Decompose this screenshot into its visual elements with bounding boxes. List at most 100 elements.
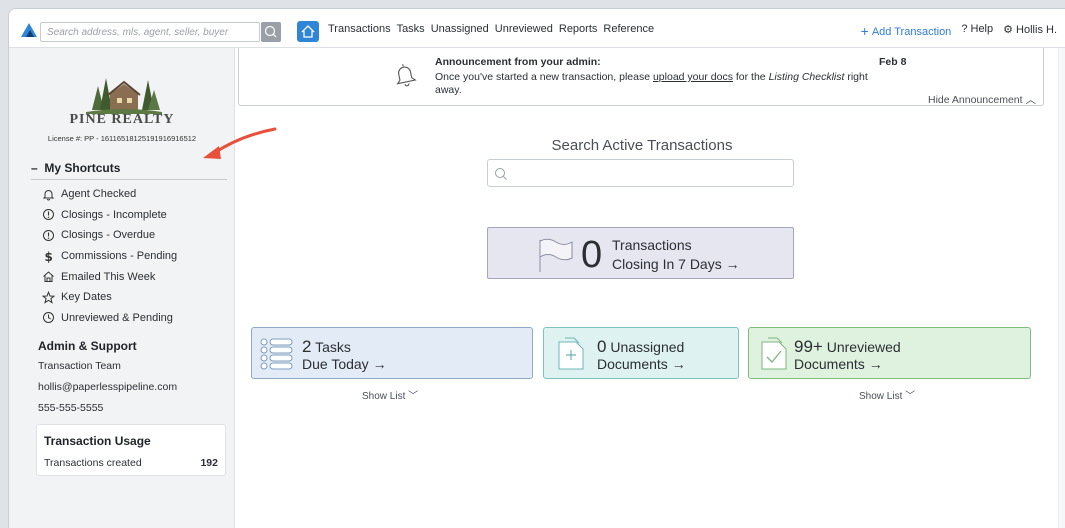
usage-label: Transactions created: [44, 457, 142, 469]
chevron-down-icon: ﹀: [905, 391, 916, 402]
home-button[interactable]: [297, 21, 319, 42]
announcement-banner: Announcement from your admin: Feb 8 Once…: [238, 48, 1044, 106]
closing-in-7-days-card[interactable]: 0 Transactions Closing In 7 Days →: [487, 227, 794, 279]
alert-circle-icon: [43, 229, 54, 241]
shortcut-label: Commissions - Pending: [61, 250, 178, 263]
admin-team-link[interactable]: Transaction Team: [38, 360, 121, 372]
top-right-menu: + Add Transaction ? Help ⚙ Hollis H.: [861, 23, 1057, 39]
unreviewed-label-1: 99+ Unreviewed: [794, 337, 901, 357]
chevron-down-icon: ﹀: [408, 391, 419, 402]
unreviewed-count: 99+: [794, 337, 823, 356]
shortcut-commissions-pending[interactable]: $ Commissions - Pending: [42, 246, 178, 267]
unassigned-count: 0: [597, 337, 607, 356]
hide-announcement-button[interactable]: Hide Announcement ︿: [928, 92, 1036, 107]
announcement-text: for the: [732, 71, 769, 83]
shortcuts-list: Agent Checked Closings - Incomplete Clos…: [42, 184, 177, 328]
unreviewed-show-list-button[interactable]: Show List ﹀: [859, 387, 915, 402]
shortcut-unreviewed-pending[interactable]: Unreviewed & Pending: [42, 308, 177, 329]
shortcut-label: Agent Checked: [61, 188, 137, 201]
show-list-label: Show List: [362, 391, 406, 402]
shortcut-closings-overdue[interactable]: Closings - Overdue: [42, 225, 177, 246]
home-icon: [301, 25, 315, 38]
tasks-label-1: 2 Tasks: [302, 337, 351, 357]
help-icon: ?: [961, 23, 971, 35]
closing-label-1: Transactions: [612, 237, 692, 253]
announcement-text: Once you've started a new transaction, p…: [435, 71, 653, 83]
shortcuts-title: My Shortcuts: [44, 161, 121, 175]
shortcut-label: Emailed This Week: [61, 270, 156, 283]
tasks-count: 2: [302, 337, 312, 356]
shortcut-key-dates[interactable]: Key Dates: [42, 287, 177, 308]
unassigned-label-1: 0 Unassigned: [597, 337, 684, 357]
tasks-due-today-card[interactable]: 2 Tasks Due Today →: [251, 327, 533, 379]
unreviewed-title: Unreviewed: [826, 339, 901, 355]
unassigned-documents-card[interactable]: 0 Unassigned Documents →: [543, 327, 739, 379]
shortcut-label: Closings - Incomplete: [61, 208, 167, 221]
nav-reference[interactable]: Reference: [603, 23, 654, 35]
star-icon: [42, 290, 55, 304]
hide-announcement-label: Hide Announcement: [928, 94, 1023, 106]
pine-realty-logo: [86, 78, 162, 114]
tasks-show-list-button[interactable]: Show List ﹀: [362, 387, 418, 402]
alert-circle-icon: [43, 209, 54, 221]
home-icon: [43, 271, 54, 283]
listing-checklist-text: Listing Checklist: [768, 71, 845, 83]
user-menu[interactable]: ⚙ Hollis H.: [1003, 23, 1057, 39]
shortcuts-divider: [31, 179, 227, 180]
task-list-icon: [260, 338, 293, 370]
tasks-title: Tasks: [315, 339, 351, 355]
collapse-toggle-icon: –: [31, 161, 38, 175]
global-search-input[interactable]: [41, 23, 259, 41]
unreviewed-documents-card[interactable]: 99+ Unreviewed Documents →: [748, 327, 1031, 379]
shortcut-label: Unreviewed & Pending: [61, 311, 173, 324]
shortcut-label: Closings - Overdue: [61, 229, 156, 242]
announcement-body: Once you've started a new transaction, p…: [435, 71, 895, 97]
help-label: Help: [970, 23, 994, 35]
nav-unassigned[interactable]: Unassigned: [431, 23, 489, 35]
dollar-icon: $: [45, 250, 53, 263]
brand-name: PINE REALTY: [69, 112, 175, 127]
nav-reports[interactable]: Reports: [559, 23, 598, 35]
announcement-date: Feb 8: [879, 56, 907, 68]
search-icon: [495, 168, 507, 180]
unassigned-title: Unassigned: [610, 339, 685, 355]
app-logo-icon[interactable]: [19, 21, 39, 39]
shortcut-agent-checked[interactable]: Agent Checked: [42, 184, 177, 205]
document-check-icon: [761, 337, 787, 370]
search-active-input[interactable]: [487, 159, 794, 187]
shortcut-label: Key Dates: [61, 291, 112, 304]
shortcuts-heading[interactable]: – My Shortcuts: [31, 161, 120, 175]
tasks-label-2: Due Today →: [302, 356, 387, 372]
nav-tasks[interactable]: Tasks: [397, 23, 425, 35]
announcement-title: Announcement from your admin:: [435, 56, 601, 68]
license-number: License #: PP - 16116518125191916916512: [47, 134, 197, 143]
gear-icon: ⚙: [1003, 24, 1017, 36]
upload-docs-link[interactable]: upload your docs: [653, 71, 733, 83]
usage-value: 192: [200, 457, 218, 469]
usage-title: Transaction Usage: [44, 434, 151, 448]
search-active-title: Search Active Transactions: [551, 137, 733, 154]
bell-icon: [42, 189, 55, 201]
unassigned-label-2: Documents →: [597, 356, 686, 372]
show-list-label: Show List: [859, 391, 903, 402]
flag-icon: [539, 238, 573, 272]
nav-transactions[interactable]: Transactions: [328, 23, 391, 35]
admin-email-link[interactable]: hollis@paperlesspipeline.com: [38, 381, 177, 393]
plus-icon: +: [860, 23, 869, 39]
shortcut-emailed-this-week[interactable]: Emailed This Week: [42, 266, 177, 287]
main-nav: Transactions Tasks Unassigned Unreviewed…: [328, 23, 654, 35]
nav-unreviewed[interactable]: Unreviewed: [495, 23, 553, 35]
shortcut-closings-incomplete[interactable]: Closings - Incomplete: [42, 205, 177, 226]
search-icon: [264, 25, 277, 38]
help-link[interactable]: ? Help: [961, 23, 993, 39]
closing-count: 0: [581, 234, 603, 276]
admin-support-heading: Admin & Support: [38, 339, 137, 353]
bell-icon: [396, 64, 417, 87]
search-button[interactable]: [261, 22, 281, 42]
add-transaction-button[interactable]: + Add Transaction: [861, 23, 952, 39]
svg-text:$: $: [45, 250, 53, 263]
global-search-field[interactable]: [40, 22, 260, 42]
app-window: Transactions Tasks Unassigned Unreviewed…: [8, 8, 1065, 528]
main-scrollbar[interactable]: [1058, 48, 1065, 528]
admin-phone: 555-555-5555: [38, 402, 104, 414]
